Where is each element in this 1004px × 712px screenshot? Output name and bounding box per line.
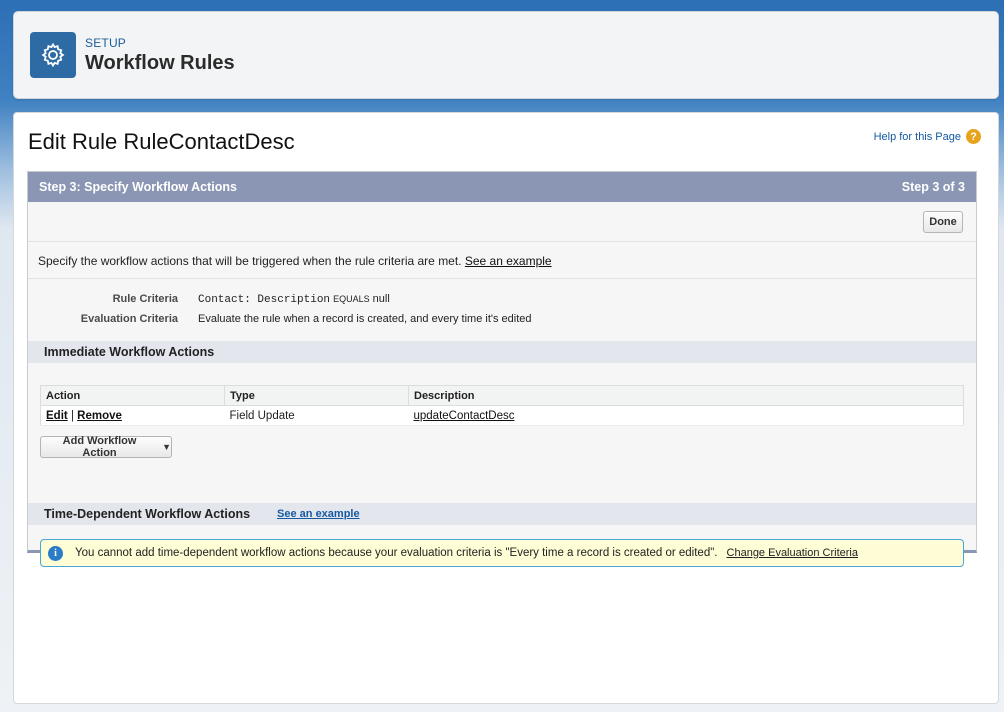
change-evaluation-criteria-link[interactable]: Change Evaluation Criteria [727, 547, 858, 559]
info-message-box: i You cannot add time-dependent workflow… [40, 539, 964, 567]
step-progress: Step 3 of 3 [901, 180, 965, 194]
field-update-link[interactable]: updateContactDesc [414, 410, 515, 422]
time-dependent-heading: Time-Dependent Workflow Actions See an e… [28, 503, 976, 525]
table-row: Edit | Remove Field Update updateContact… [40, 405, 964, 426]
remove-action-link[interactable]: Remove [77, 410, 122, 422]
help-label[interactable]: Help for this Page [874, 131, 961, 143]
column-header-type: Type [224, 385, 409, 406]
evaluation-criteria-value: Evaluate the rule when a record is creat… [198, 313, 532, 325]
immediate-actions-title: Immediate Workflow Actions [44, 345, 215, 359]
evaluation-criteria-label: Evaluation Criteria [80, 313, 178, 325]
add-workflow-action-label[interactable]: Add Workflow Action [47, 435, 152, 459]
immediate-actions-heading: Immediate Workflow Actions [28, 341, 976, 363]
action-cell: Edit | Remove [40, 405, 225, 426]
column-header-description: Description [408, 385, 964, 406]
page-header-title: Workflow Rules [85, 52, 235, 74]
done-button[interactable]: Done [923, 211, 963, 233]
info-message-text: You cannot add time-dependent workflow a… [75, 547, 718, 559]
step-panel: Step 3: Specify Workflow Actions Step 3 … [27, 171, 977, 567]
question-icon[interactable]: ? [966, 129, 981, 144]
action-separator: | [70, 409, 74, 422]
time-dependent-area: i You cannot add time-dependent workflow… [28, 525, 976, 583]
page-title: Edit Rule RuleContactDesc [28, 129, 295, 154]
info-icon: i [48, 545, 63, 561]
step-description: Specify the workflow actions that will b… [28, 242, 976, 279]
rule-value: null [372, 292, 390, 305]
setup-breadcrumb[interactable]: SETUP [85, 36, 126, 50]
setup-header: SETUP Workflow Rules [13, 11, 999, 99]
rule-field: Contact: Description [198, 293, 331, 306]
edit-action-link[interactable]: Edit [46, 410, 68, 422]
rule-criteria-label: Rule Criteria [112, 293, 178, 305]
add-workflow-action-button[interactable]: Add Workflow Action ▼ [40, 435, 172, 459]
step-header: Step 3: Specify Workflow Actions Step 3 … [28, 172, 976, 202]
actions-table: Action Type Description Edit | Remove Fi… [40, 385, 964, 426]
evaluation-criteria-row: Evaluation Criteria Evaluate the rule wh… [28, 309, 976, 329]
see-example-link[interactable]: See an example [465, 254, 552, 268]
table-header-row: Action Type Description [40, 385, 964, 406]
time-dependent-title: Time-Dependent Workflow Actions [44, 507, 251, 521]
help-link[interactable]: Help for this Page ? [874, 129, 981, 144]
type-cell: Field Update [224, 405, 409, 426]
step-description-text: Specify the workflow actions that will b… [38, 254, 462, 268]
immediate-actions-area: Action Type Description Edit | Remove Fi… [28, 363, 976, 503]
rule-criteria-value: Contact: Description EQUALS null [198, 293, 390, 306]
main-content: Edit Rule RuleContactDesc Help for this … [13, 112, 999, 704]
button-row: Done [28, 202, 976, 242]
column-header-action: Action [40, 385, 225, 406]
gear-icon [30, 32, 76, 78]
criteria-block: Rule Criteria Contact: Description EQUAL… [28, 279, 976, 341]
rule-criteria-row: Rule Criteria Contact: Description EQUAL… [28, 289, 976, 309]
rule-operator: EQUALS [333, 293, 370, 304]
step-title: Step 3: Specify Workflow Actions [39, 180, 237, 194]
chevron-down-icon[interactable]: ▼ [162, 442, 171, 452]
description-cell: updateContactDesc [408, 405, 964, 426]
time-dependent-example-link[interactable]: See an example [277, 508, 360, 520]
